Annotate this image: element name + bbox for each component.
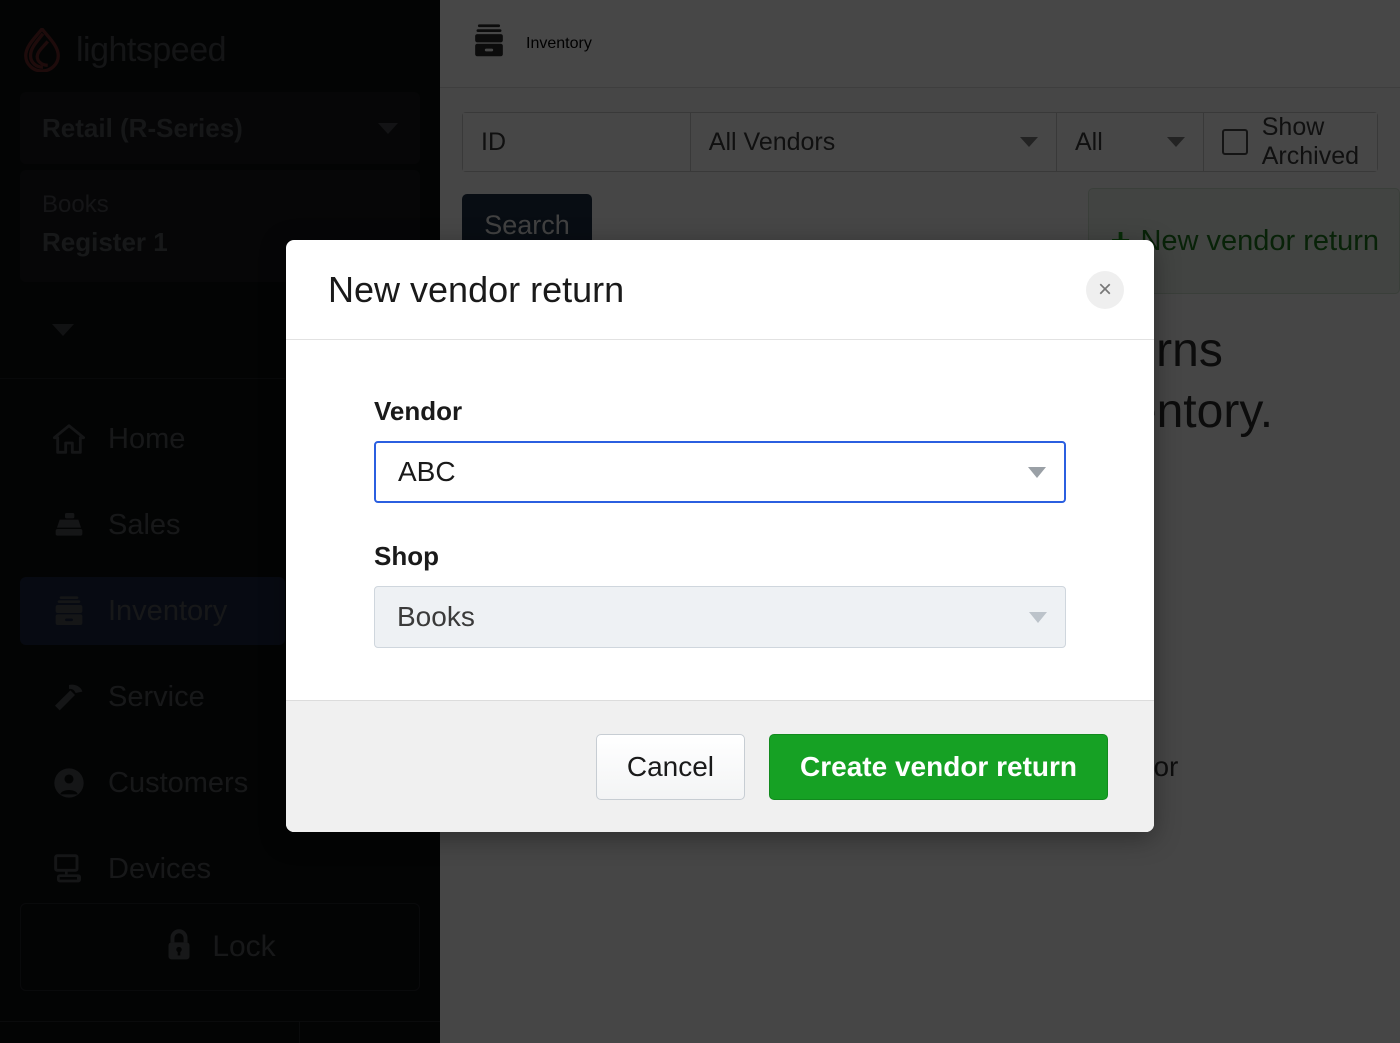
shop-select[interactable]: Books bbox=[374, 586, 1066, 648]
modal-title: New vendor return bbox=[328, 268, 625, 310]
shop-field-label: Shop bbox=[374, 541, 439, 571]
shop-field-group: Shop Books bbox=[374, 541, 1066, 648]
vendor-field-label: Vendor bbox=[374, 396, 463, 426]
modal-body: Vendor ABC Shop Books bbox=[286, 340, 1154, 700]
create-vendor-return-button[interactable]: Create vendor return bbox=[769, 733, 1108, 800]
cancel-button[interactable]: Cancel bbox=[595, 733, 746, 800]
modal-footer: Cancel Create vendor return bbox=[286, 700, 1154, 832]
close-icon[interactable]: × bbox=[1086, 270, 1124, 309]
vendor-select-value: ABC bbox=[398, 456, 456, 487]
close-icon-glyph: × bbox=[1097, 275, 1112, 303]
vendor-field-group: Vendor ABC bbox=[374, 396, 1066, 503]
vendor-select[interactable]: ABC bbox=[374, 441, 1066, 503]
shop-select-value: Books bbox=[397, 601, 475, 632]
chevron-down-icon bbox=[1029, 611, 1047, 623]
app-root: Inventory ID All Vendors All Show Archiv… bbox=[0, 0, 1400, 1043]
modal-header: New vendor return × bbox=[286, 240, 1154, 340]
new-vendor-return-modal: New vendor return × Vendor ABC Shop Book… bbox=[286, 240, 1154, 832]
chevron-down-icon bbox=[1028, 466, 1046, 478]
